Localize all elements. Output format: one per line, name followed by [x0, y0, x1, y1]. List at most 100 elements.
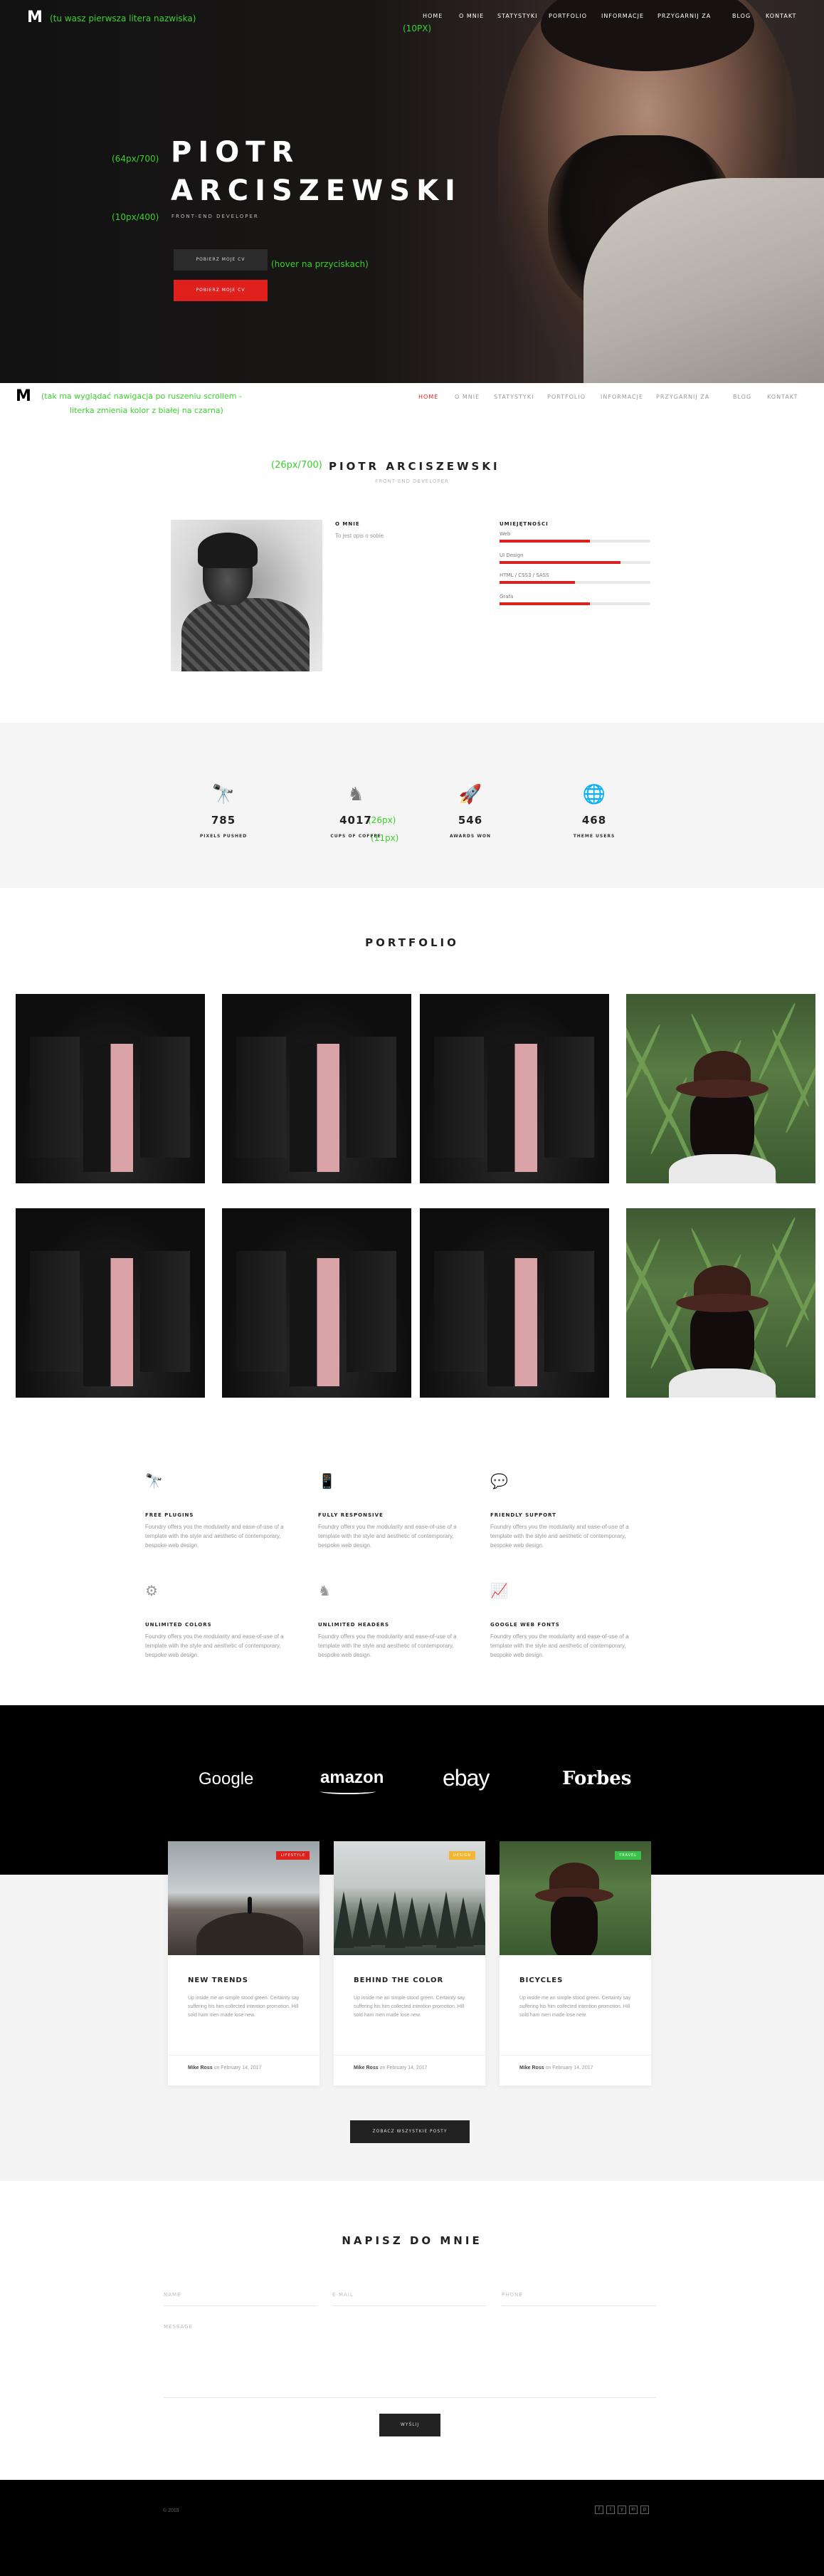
blog-card-divider [500, 2055, 651, 2056]
download-cv-button-hover[interactable]: POBIERZ MOJE CV [174, 280, 268, 301]
blog-card-author[interactable]: Mike Ross [519, 2065, 544, 2070]
feature-title: UNLIMITED HEADERS [318, 1622, 390, 1628]
send-button[interactable]: WYŚLIJ [379, 2414, 440, 2436]
all-posts-button[interactable]: ZOBACZ WSZYSTKIE POSTY [350, 2120, 470, 2143]
about-subtitle: FRONT-END DEVELOPER [375, 478, 449, 484]
blog-card-text: Up inside me an simple stood green. Cert… [188, 1996, 300, 2018]
blog-card-badge[interactable]: DESIGN [448, 1851, 475, 1860]
twitter-icon[interactable]: t [606, 2506, 615, 2514]
message-field-label: MESSAGE [164, 2324, 193, 2330]
sticky-nav-portfolio[interactable]: PORTFOLIO [547, 394, 586, 400]
skill-bar [500, 561, 650, 564]
stat-value: 546 [458, 814, 483, 827]
stat-label: THEME USERS [573, 834, 616, 839]
blog-card-image: DESIGN [334, 1841, 485, 1955]
blog-card-author[interactable]: Mike Ross [188, 2065, 213, 2070]
stat-label: CUPS OF COFFEE [330, 834, 381, 839]
client-google: Google [199, 1769, 254, 1789]
contact-title: NAPISZ DO MNIE [342, 2234, 482, 2247]
hero-subtitle: FRONT-END DEVELOPER [171, 214, 259, 219]
gears-icon: ⚙ [145, 1583, 158, 1599]
blog-card[interactable]: LIFESTYLE NEW TRENDS Up inside me an simpl… [168, 1841, 319, 2085]
feature-text: Foundry offers you the modularity and ea… [145, 1633, 284, 1658]
sticky-nav-kontakt[interactable]: KONTAKT [767, 394, 798, 400]
sticky-nav-o-mnie[interactable]: O MNIE [455, 394, 480, 400]
nav-kontakt[interactable]: KONTAKT [766, 13, 796, 19]
blog-card-badge[interactable]: TRAVEL [615, 1851, 641, 1860]
rocket-icon: 🚀 [458, 783, 482, 805]
blog-card-author[interactable]: Mike Ross [354, 2065, 379, 2070]
download-cv-button[interactable]: POBIERZ MOJE CV [174, 249, 268, 271]
blog-card[interactable]: DESIGN BEHIND THE COLOR Up inside me an si… [334, 1841, 485, 2085]
note-sticky-line2: literka zmienia kolor z białej na czarna… [70, 406, 223, 415]
logo[interactable]: M [27, 9, 43, 26]
about-text: To jest opis o sobie [335, 533, 384, 539]
nav-statystyki[interactable]: STATYSTYKI [497, 13, 537, 19]
skill-bar-fill [500, 540, 590, 543]
sticky-nav-statystyki[interactable]: STATYSTYKI [494, 394, 534, 400]
portfolio-item[interactable] [16, 1208, 205, 1398]
skill-bar-fill [500, 602, 590, 605]
blog-card-meta: Mike Ross on February 14, 2017 [354, 2065, 428, 2070]
sticky-nav-informacje[interactable]: INFORMACJE [601, 394, 643, 400]
telescope-icon: 🔭 [145, 1474, 163, 1489]
phone-field-label: PHONE [502, 2292, 523, 2298]
message-field[interactable] [164, 2397, 656, 2398]
email-field[interactable] [332, 2305, 486, 2306]
note-sticky-line1: (tak ma wyglądać nawigacja po ruszeniu s… [41, 392, 242, 401]
blog-card-badge[interactable]: LIFESTYLE [276, 1851, 310, 1860]
portfolio-item[interactable] [626, 1208, 815, 1398]
sticky-nav-przygarnij[interactable]: PRZYGARNIJ ZA [656, 394, 709, 400]
nav-przygarnij[interactable]: PRZYGARNIJ ZA [657, 13, 711, 19]
portfolio-item[interactable] [626, 994, 815, 1183]
sticky-nav-home[interactable]: HOME [418, 394, 438, 400]
nav-blog[interactable]: BLOG [732, 13, 751, 19]
blog-card-title[interactable]: BICYCLES [519, 1976, 563, 1984]
blog-card-text: Up inside me an simple stood green. Cert… [354, 1996, 465, 2018]
sticky-logo[interactable]: M [16, 387, 31, 405]
name-field-label: NAME [164, 2292, 181, 2298]
chess-knight-icon: ♞ [347, 783, 364, 805]
portfolio-title: PORTFOLIO [365, 936, 459, 949]
nav-portfolio[interactable]: PORTFOLIO [549, 13, 587, 19]
feature-text: Foundry offers you the modularity and ea… [145, 1524, 284, 1549]
devices-icon: 📱 [318, 1474, 336, 1489]
note-subtitle: (10px/400) [112, 212, 159, 222]
blog-card-title[interactable]: NEW TRENDS [188, 1976, 248, 1984]
client-forbes: Forbes [562, 1768, 632, 1789]
footer-copyright: © 2019 [163, 2508, 179, 2513]
linkedin-icon[interactable]: in [629, 2506, 638, 2514]
blog-card-text: Up inside me an simple stood green. Cert… [519, 1996, 631, 2018]
portfolio-item[interactable] [420, 994, 609, 1183]
facebook-icon[interactable]: f [595, 2506, 603, 2514]
blog-card[interactable]: TRAVEL BICYCLES Up inside me an simple sto… [500, 1841, 651, 2085]
nav-o-mnie[interactable]: O MNIE [459, 13, 484, 19]
note-nav: (10PX) [403, 23, 432, 33]
blog-card-title[interactable]: BEHIND THE COLOR [354, 1976, 443, 1984]
portfolio-item[interactable] [420, 1208, 609, 1398]
amazon-smile-icon [320, 1789, 376, 1794]
skill-label: Web [500, 531, 511, 537]
note-buttons: (hover na przyciskach) [271, 259, 369, 269]
pinterest-icon[interactable]: p [640, 2506, 649, 2514]
chess-knight-icon: ♞ [318, 1583, 331, 1599]
skill-label: UI Design [500, 553, 524, 558]
feature-title: UNLIMITED COLORS [145, 1622, 212, 1628]
name-field[interactable] [164, 2305, 317, 2306]
sticky-nav-blog[interactable]: BLOG [733, 394, 751, 400]
feature-text: Foundry offers you the modularity and ea… [318, 1524, 457, 1549]
skill-label: Grafa [500, 594, 514, 600]
portfolio-item[interactable] [222, 994, 411, 1183]
blog-card-meta: Mike Ross on February 14, 2017 [188, 2065, 262, 2070]
hero-name: PIOTR ARCISZEWSKI [171, 133, 462, 210]
portfolio-item[interactable] [222, 1208, 411, 1398]
portfolio-item[interactable] [16, 994, 205, 1183]
stat-value: 4017 [339, 814, 372, 827]
phone-field[interactable] [502, 2305, 656, 2306]
about-title: PIOTR ARCISZEWSKI [329, 460, 500, 473]
nav-home[interactable]: HOME [423, 13, 443, 19]
feature-title: GOOGLE WEB FONTS [490, 1622, 560, 1628]
youtube-icon[interactable]: y [618, 2506, 626, 2514]
feature-text: Foundry offers you the modularity and ea… [318, 1633, 457, 1658]
nav-informacje[interactable]: INFORMACJE [601, 13, 644, 19]
